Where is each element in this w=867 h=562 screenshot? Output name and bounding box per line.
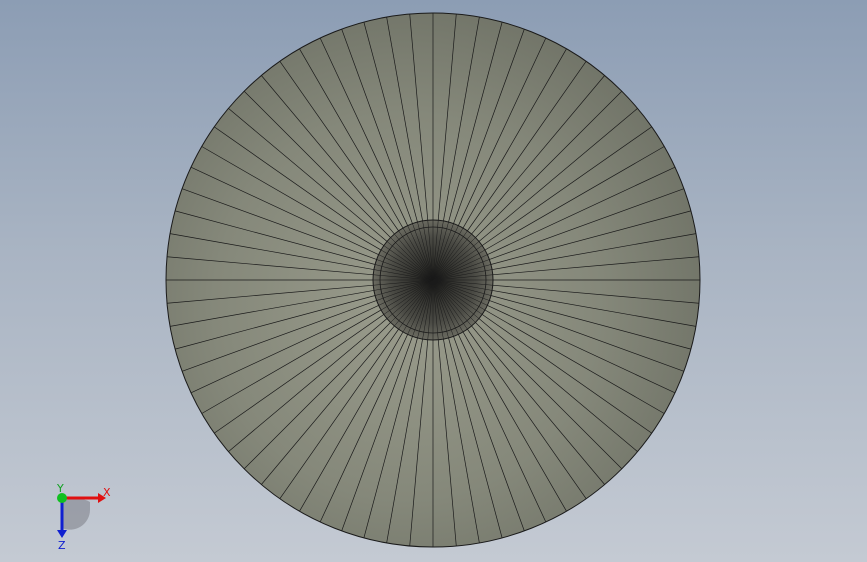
z-axis-label: Z (58, 539, 66, 550)
x-axis-label: X (103, 486, 111, 499)
cad-viewport[interactable]: X Y Z (0, 0, 867, 562)
y-axis-label: Y (56, 482, 64, 495)
inner-bore-edges (373, 220, 493, 340)
cone-model[interactable] (0, 0, 867, 562)
axis-triad: X Y Z (56, 482, 111, 550)
z-axis-arrowhead (57, 530, 67, 538)
triad-shadow (62, 498, 90, 530)
